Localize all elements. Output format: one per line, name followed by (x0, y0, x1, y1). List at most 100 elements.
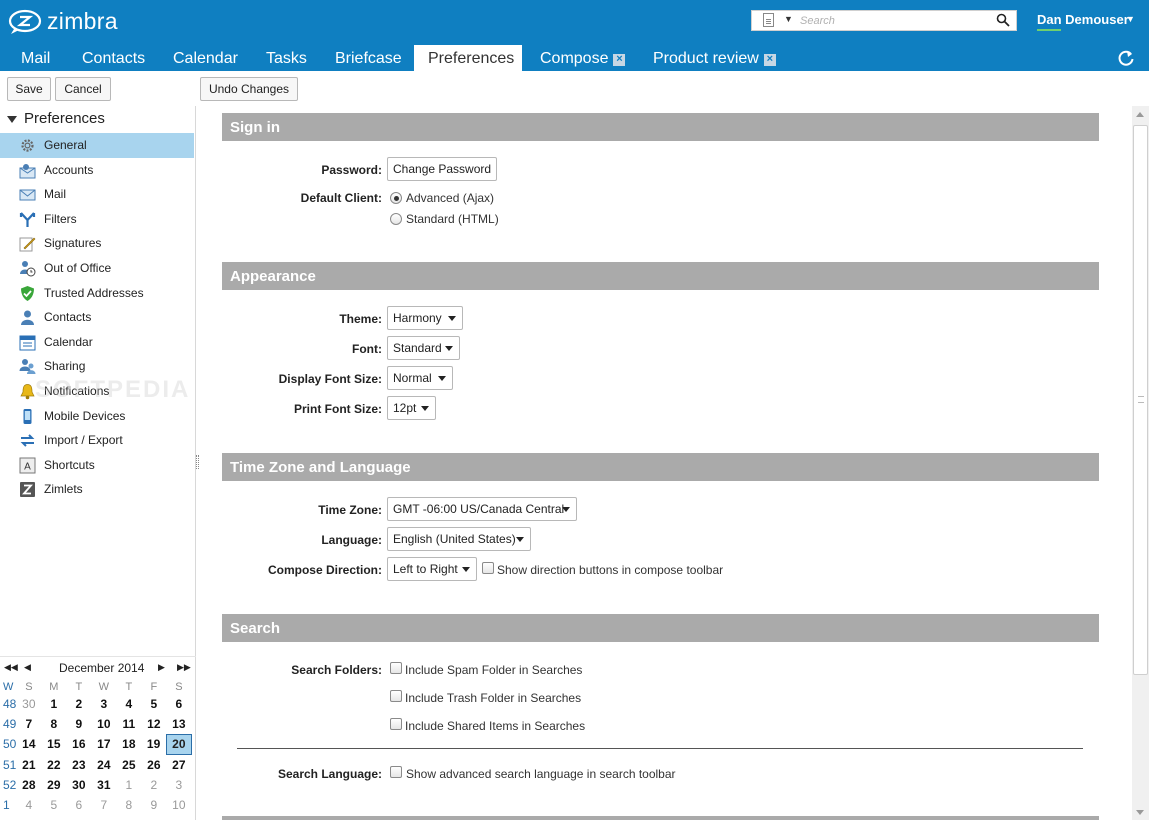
collapse-arrow-icon[interactable] (7, 116, 17, 123)
calendar-day[interactable]: 8 (116, 795, 141, 815)
sidebar-item-accounts[interactable]: Accounts (0, 158, 194, 183)
scroll-up-icon[interactable] (1136, 112, 1144, 117)
client-standard-label[interactable]: Standard (HTML) (406, 212, 499, 226)
sidebar-item-general[interactable]: General (0, 133, 194, 158)
search-icon[interactable] (996, 13, 1010, 27)
calendar-day[interactable]: 13 (166, 714, 191, 734)
calendar-day[interactable]: 23 (66, 755, 91, 775)
client-advanced-radio[interactable] (390, 192, 402, 204)
calendar-day[interactable]: 18 (116, 734, 141, 754)
prev-year-icon[interactable]: ◀◀ (4, 662, 18, 673)
sidebar-item-import-export[interactable]: Import / Export (0, 428, 194, 453)
tab-product-review[interactable]: Product review × (653, 44, 776, 71)
close-icon[interactable]: × (613, 54, 626, 66)
calendar-day[interactable]: 5 (141, 694, 166, 714)
calendar-day[interactable]: 6 (66, 795, 91, 815)
print-font-size-select[interactable]: 12pt (387, 396, 436, 420)
calendar-day[interactable]: 17 (91, 734, 116, 754)
calendar-day[interactable]: 2 (141, 775, 166, 795)
calendar-day-today[interactable]: 20 (165, 733, 192, 756)
next-year-icon[interactable]: ▶▶ (177, 662, 191, 673)
next-month-icon[interactable]: ▶ (158, 662, 165, 673)
refresh-icon[interactable] (1116, 48, 1136, 68)
language-select[interactable]: English (United States) (387, 527, 531, 551)
week-number[interactable]: 50 (0, 734, 16, 754)
sidebar-item-notifications[interactable]: Notifications (0, 379, 194, 404)
include-shared-label[interactable]: Include Shared Items in Searches (405, 719, 585, 733)
calendar-day[interactable]: 7 (91, 795, 116, 815)
calendar-day[interactable]: 21 (16, 755, 41, 775)
tab-preferences[interactable]: Preferences (414, 45, 522, 71)
sidebar-item-mail[interactable]: Mail (0, 182, 194, 207)
calendar-day[interactable]: 5 (41, 795, 66, 815)
calendar-day[interactable]: 9 (141, 795, 166, 815)
include-spam-checkbox[interactable] (390, 662, 402, 674)
sidebar-item-filters[interactable]: Filters (0, 207, 194, 232)
change-password-button[interactable]: Change Password (387, 157, 498, 181)
close-icon[interactable]: × (763, 54, 776, 66)
user-name[interactable]: Dan Demouser (1037, 12, 1129, 27)
cancel-button[interactable]: Cancel (55, 77, 111, 101)
sidebar-item-signatures[interactable]: Signatures (0, 231, 194, 256)
calendar-day[interactable]: 7 (16, 714, 41, 734)
include-shared-checkbox[interactable] (390, 718, 402, 730)
sidebar-item-zimlets[interactable]: Zimlets (0, 477, 194, 502)
calendar-day[interactable]: 9 (66, 714, 91, 734)
calendar-day[interactable]: 14 (16, 734, 41, 754)
tab-calendar[interactable]: Calendar (173, 44, 238, 71)
calendar-day[interactable]: 15 (41, 734, 66, 754)
calendar-day[interactable]: 11 (116, 714, 141, 734)
sidebar-item-trusted-addresses[interactable]: Trusted Addresses (0, 281, 194, 306)
include-trash-label[interactable]: Include Trash Folder in Searches (405, 691, 581, 705)
calendar-day[interactable]: 6 (166, 694, 191, 714)
week-number[interactable]: 1 (0, 795, 16, 815)
include-trash-checkbox[interactable] (390, 690, 402, 702)
compose-direction-select[interactable]: Left to Right (387, 557, 477, 581)
tab-mail[interactable]: Mail (21, 44, 50, 71)
calendar-day[interactable]: 1 (116, 775, 141, 795)
display-font-size-select[interactable]: Normal (387, 366, 453, 390)
calendar-day[interactable]: 22 (41, 755, 66, 775)
sidebar-item-out-of-office[interactable]: Out of Office (0, 256, 194, 281)
tab-tasks[interactable]: Tasks (266, 44, 307, 71)
calendar-day[interactable]: 19 (141, 734, 166, 754)
calendar-day[interactable]: 27 (166, 755, 191, 775)
tab-contacts[interactable]: Contacts (82, 44, 145, 71)
calendar-day[interactable]: 30 (16, 694, 41, 714)
week-number[interactable]: 49 (0, 714, 16, 734)
show-direction-buttons-checkbox[interactable] (482, 562, 494, 574)
calendar-day[interactable]: 24 (91, 755, 116, 775)
search-type-dropdown-icon[interactable]: ▼ (784, 14, 793, 24)
zimbra-logo[interactable]: zimbra (8, 8, 118, 35)
calendar-day[interactable]: 31 (91, 775, 116, 795)
calendar-day[interactable]: 2 (66, 694, 91, 714)
calendar-day[interactable]: 1 (41, 694, 66, 714)
calendar-day[interactable]: 8 (41, 714, 66, 734)
client-advanced-label[interactable]: Advanced (Ajax) (406, 191, 494, 205)
sidebar-item-shortcuts[interactable]: A Shortcuts (0, 453, 194, 478)
week-number[interactable]: 52 (0, 775, 16, 795)
scrollbar-thumb[interactable] (1133, 125, 1148, 675)
sidebar-item-sharing[interactable]: Sharing (0, 354, 194, 379)
sidebar-item-contacts[interactable]: Contacts (0, 305, 194, 330)
calendar-day[interactable]: 25 (116, 755, 141, 775)
client-standard-radio[interactable] (390, 213, 402, 225)
calendar-day[interactable]: 3 (166, 775, 191, 795)
calendar-day[interactable]: 10 (166, 795, 191, 815)
calendar-day[interactable]: 28 (16, 775, 41, 795)
calendar-day[interactable]: 12 (141, 714, 166, 734)
content-scrollbar[interactable] (1132, 106, 1149, 820)
sidebar-item-calendar[interactable]: Calendar (0, 330, 194, 355)
calendar-day[interactable]: 30 (66, 775, 91, 795)
search-input[interactable] (798, 12, 988, 29)
week-number[interactable]: 48 (0, 694, 16, 714)
include-spam-label[interactable]: Include Spam Folder in Searches (405, 663, 582, 677)
calendar-day[interactable]: 3 (91, 694, 116, 714)
show-direction-buttons-label[interactable]: Show direction buttons in compose toolba… (497, 563, 723, 577)
calendar-day[interactable]: 26 (141, 755, 166, 775)
sidebar-item-mobile-devices[interactable]: Mobile Devices (0, 404, 194, 429)
undo-changes-button[interactable]: Undo Changes (200, 77, 298, 101)
show-advanced-search-checkbox[interactable] (390, 766, 402, 778)
user-menu-dropdown-icon[interactable]: ▼ (1126, 14, 1135, 24)
calendar-day[interactable]: 29 (41, 775, 66, 795)
